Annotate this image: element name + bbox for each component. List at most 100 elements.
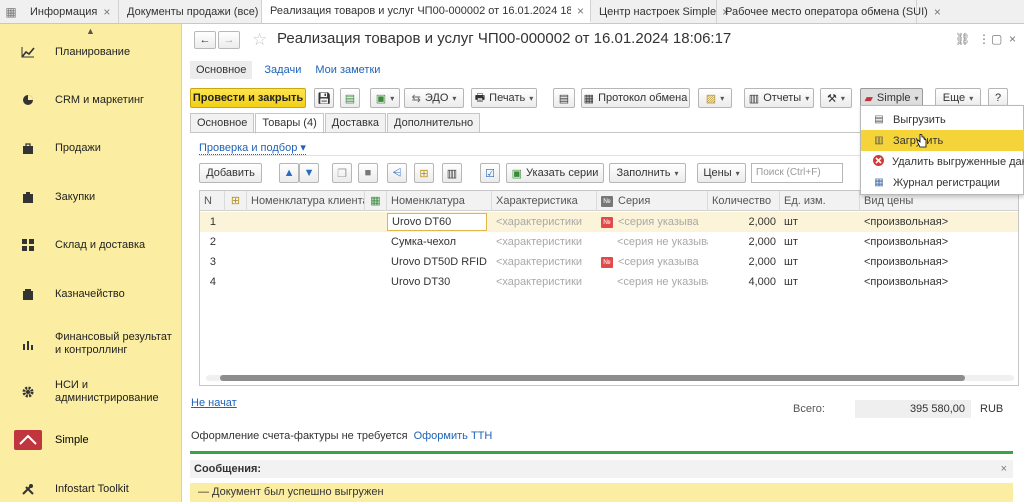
reports-button[interactable]: ▥ Отчеты ▾	[744, 88, 814, 108]
table-row[interactable]: 1 Urovo DT60 <характеристики № <серия ука…	[200, 212, 1018, 232]
apps-grid-icon[interactable]: ▦	[0, 0, 22, 23]
cell-series[interactable]: <серия не указыва	[597, 232, 708, 252]
cell-nomenclature[interactable]: Urovo DT30	[387, 272, 492, 292]
back-button[interactable]: ←	[194, 31, 216, 49]
cell-price-type[interactable]: <произвольная>	[860, 212, 1018, 232]
table-row[interactable]: 4 Urovo DT30 <характеристики <серия не у…	[200, 272, 1018, 292]
maximize-icon[interactable]: ▢	[991, 32, 1002, 46]
copy-button[interactable]: ❐	[332, 163, 352, 183]
cell-series[interactable]: № <серия указыва	[597, 252, 708, 272]
tab-information[interactable]: Информация ×	[22, 0, 119, 23]
favorite-star-icon[interactable]: ☆	[252, 30, 267, 50]
sublink-notes[interactable]: Мои заметки	[313, 61, 382, 79]
tab-simple-settings[interactable]: Центр настроек Simple ×	[591, 0, 729, 23]
sidebar-item-infostart-toolkit[interactable]: Infostart Toolkit	[0, 479, 182, 499]
prices-button[interactable]: Цены ▾	[697, 163, 746, 183]
post-and-close-button[interactable]: Провести и закрыть	[190, 88, 306, 108]
scrollbar-thumb[interactable]	[220, 375, 965, 381]
close-icon[interactable]: ×	[103, 5, 110, 19]
forward-button[interactable]: →	[218, 31, 240, 49]
save-button[interactable]: 💾︎	[314, 88, 334, 108]
move-up-button[interactable]: ▲	[279, 163, 299, 183]
more-vertical-icon[interactable]: ⋮	[978, 32, 990, 46]
sidebar-item-simple[interactable]: Simple	[0, 429, 182, 451]
fill-button[interactable]: Заполнить ▾	[609, 163, 686, 183]
cell-nomenclature[interactable]: Сумка-чехол	[387, 232, 492, 252]
tab-delivery[interactable]: Доставка	[324, 113, 386, 133]
cell-quantity[interactable]: 4,000	[708, 272, 780, 292]
exchange-protocol-button[interactable]: ▦ Протокол обмена	[581, 88, 690, 108]
sidebar-item-crm[interactable]: CRM и маркетинг	[0, 90, 182, 110]
cell-quantity[interactable]: 2,000	[708, 252, 780, 272]
move-down-button[interactable]: ▼	[299, 163, 319, 183]
status-link[interactable]: Не начат	[191, 397, 237, 409]
pick-button[interactable]: ⊞	[414, 163, 434, 183]
cell-characteristic[interactable]: <характеристики	[492, 272, 597, 292]
barcode-button[interactable]: ▥	[442, 163, 462, 183]
search-input[interactable]: Поиск (Ctrl+F)	[751, 163, 843, 183]
col-header-n[interactable]: N	[200, 191, 225, 211]
edo-button[interactable]: ⇆ ЭДО ▾	[404, 88, 464, 108]
attachments-button[interactable]: ▨ ▾	[698, 88, 732, 108]
cell-quantity[interactable]: 2,000	[708, 212, 780, 232]
tab-goods[interactable]: Товары (4)	[255, 113, 324, 134]
tab-additional[interactable]: Дополнительно	[387, 113, 481, 133]
sidebar-item-warehouse[interactable]: Склад и доставка	[0, 235, 182, 255]
cell-characteristic[interactable]: <характеристики	[492, 232, 597, 252]
sidebar-item-purchases[interactable]: Закупки	[0, 187, 182, 207]
cell-price-type[interactable]: <произвольная>	[860, 232, 1018, 252]
horizontal-scrollbar[interactable]	[206, 375, 1014, 381]
add-button[interactable]: Добавить	[199, 163, 262, 183]
table-row[interactable]: 3 Urovo DT50D RFID <характеристики № <сер…	[200, 252, 1018, 272]
sublink-tasks[interactable]: Задачи	[262, 61, 303, 79]
cell-characteristic[interactable]: <характеристики	[492, 252, 597, 272]
cell-price-type[interactable]: <произвольная>	[860, 272, 1018, 292]
col-header-quantity[interactable]: Количество	[708, 191, 780, 211]
split-button[interactable]: ⩤	[387, 163, 407, 183]
delete-row-button[interactable]: ■	[358, 163, 378, 183]
cell-series[interactable]: № <серия указыва	[597, 212, 708, 232]
sidebar-item-sales[interactable]: Продажи	[0, 138, 182, 158]
create-ttn-link[interactable]: Оформить ТТН	[414, 430, 493, 442]
col-header-nomenclature[interactable]: Номенклатура	[387, 191, 492, 211]
table-row[interactable]: 2 Сумка-чехол <характеристики <серия не …	[200, 232, 1018, 252]
message-row[interactable]: — Документ был успешно выгружен	[190, 483, 1013, 502]
col-header-pick[interactable]: ⊞	[225, 191, 247, 211]
col-header-unit[interactable]: Ед. изм.	[780, 191, 860, 211]
close-icon[interactable]: ×	[1001, 463, 1007, 475]
close-icon[interactable]: ×	[934, 5, 941, 19]
cell-unit[interactable]: шт	[780, 252, 860, 272]
menu-item-journal[interactable]: ▦ Журнал регистрации	[861, 172, 1024, 193]
close-icon[interactable]: ×	[1009, 32, 1016, 46]
print-button[interactable]: 🖶︎ Печать ▾	[471, 88, 537, 108]
cell-unit[interactable]: шт	[780, 212, 860, 232]
specify-series-button[interactable]: ▣ Указать серии	[506, 163, 604, 183]
structure-button[interactable]: ▤	[553, 88, 575, 108]
cell-series[interactable]: <серия не указыва	[597, 272, 708, 292]
tools-button[interactable]: ⚒ ▾	[820, 88, 852, 108]
sidebar-item-financial-result[interactable]: Финансовый результат и контроллинг	[0, 330, 182, 358]
post-button[interactable]: ▤	[340, 88, 360, 108]
tab-exchange-operator[interactable]: Рабочее место оператора обмена (SUI) ×	[717, 0, 941, 23]
cell-nomenclature[interactable]: Urovo DT60	[387, 213, 487, 231]
sidebar-item-planning[interactable]: Планирование	[0, 42, 182, 62]
sidebar-item-nsi[interactable]: НСИ и администрирование	[0, 378, 182, 406]
cell-unit[interactable]: шт	[780, 272, 860, 292]
scroll-up-icon[interactable]: ▲	[0, 24, 181, 38]
check-and-select-link[interactable]: Проверка и подбор ▾	[199, 141, 306, 155]
col-header-characteristic[interactable]: Характеристика	[492, 191, 597, 211]
create-based-on-button[interactable]: ▣ ▾	[370, 88, 400, 108]
close-icon[interactable]: ×	[577, 4, 584, 18]
cell-characteristic[interactable]: <характеристики	[492, 212, 597, 232]
col-header-map[interactable]: ▦	[365, 191, 387, 211]
cell-unit[interactable]: шт	[780, 232, 860, 252]
tab-sales-documents[interactable]: Документы продажи (все)×	[119, 0, 271, 23]
menu-item-delete-uploaded[interactable]: Удалить выгруженные данны	[861, 151, 1024, 172]
tab-sale-document[interactable]: Реализация товаров и услуг ЧП00-000002 о…	[262, 0, 591, 23]
cell-price-type[interactable]: <произвольная>	[860, 252, 1018, 272]
tab-main[interactable]: Основное	[190, 113, 255, 133]
cell-nomenclature[interactable]: Urovo DT50D RFID	[387, 252, 492, 272]
col-header-client-nomenclature[interactable]: Номенклатура клиента	[247, 191, 365, 211]
link-icon[interactable]: ⛓	[955, 32, 970, 46]
check-series-button[interactable]: ☑	[480, 163, 500, 183]
